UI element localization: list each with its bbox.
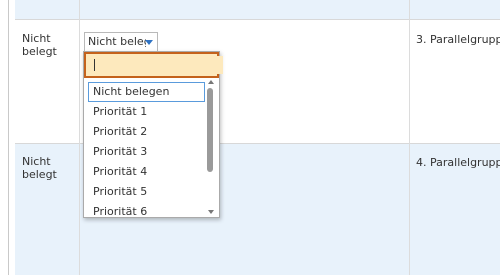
status-label: Nicht belegt — [22, 155, 57, 181]
table-row-top — [15, 0, 500, 19]
dropdown-option[interactable]: Priorität 5 — [88, 182, 205, 202]
parallel-group-label: 3. Parallelgruppe — [416, 33, 500, 46]
chevron-down-icon — [145, 40, 153, 45]
dropdown-option[interactable]: Priorität 4 — [88, 162, 205, 182]
dropdown-search-box — [84, 52, 223, 78]
dropdown-scrollbar[interactable] — [206, 79, 217, 216]
row-divider — [15, 19, 500, 20]
dropdown-option[interactable]: Nicht belegen — [88, 82, 205, 102]
column-divider — [79, 0, 80, 275]
column-divider — [409, 0, 410, 275]
dropdown-options: Nicht belegen Priorität 1 Priorität 2 Pr… — [88, 82, 205, 222]
dropdown-option[interactable]: Priorität 6 — [88, 202, 205, 222]
scroll-up-arrow-icon[interactable] — [208, 80, 214, 84]
priority-dropdown: Nicht belegen Priorität 1 Priorität 2 Pr… — [83, 51, 223, 218]
dropdown-option[interactable]: Priorität 2 — [88, 122, 205, 142]
priority-select-value: Nicht beleg — [88, 35, 146, 48]
dropdown-option[interactable]: Priorität 3 — [88, 142, 205, 162]
dropdown-option[interactable]: Priorität 1 — [88, 102, 205, 122]
text-cursor — [94, 59, 95, 71]
scrollbar-thumb[interactable] — [207, 88, 213, 172]
priority-select[interactable]: Nicht beleg — [84, 32, 158, 52]
table-left-border — [8, 0, 9, 275]
dropdown-search-input[interactable] — [88, 56, 223, 74]
status-label: Nicht belegt — [22, 32, 57, 58]
parallel-group-label: 4. Parallelgruppe — [416, 156, 500, 169]
scroll-down-arrow-icon[interactable] — [208, 210, 214, 214]
